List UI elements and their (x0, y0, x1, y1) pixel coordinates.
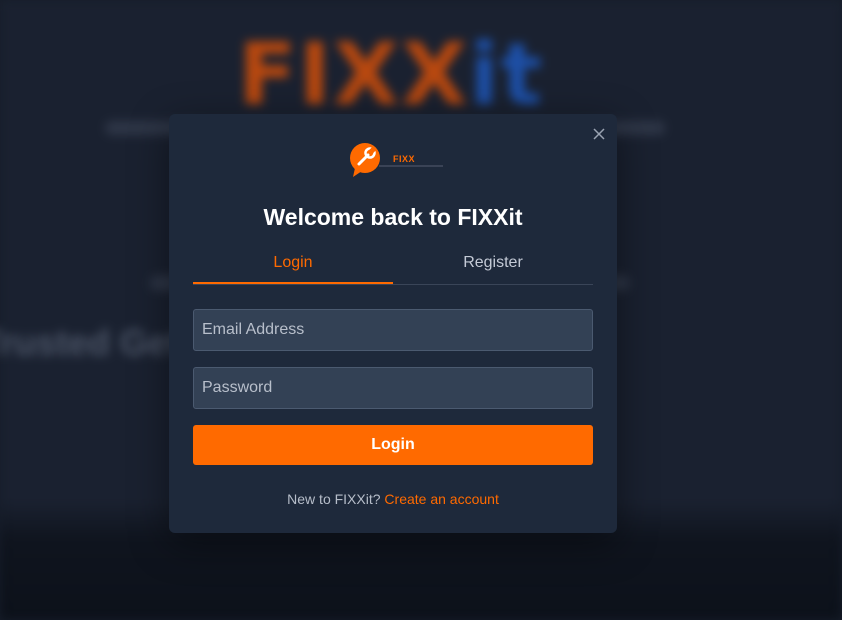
register-prompt: New to FIXXit? Create an account (169, 491, 617, 507)
close-button[interactable] (589, 124, 609, 144)
logo-text: FIXX (393, 154, 416, 164)
auth-tabs: Login Register (193, 250, 593, 285)
background-logo: FIXXit (238, 30, 544, 120)
create-account-link[interactable]: Create an account (384, 491, 498, 507)
background-logo-fixx: FIXX (238, 25, 470, 125)
logo-underline (379, 165, 443, 167)
background-logo-it: it (469, 25, 544, 125)
login-modal: FIXX Welcome back to FIXXit Login Regist… (169, 114, 617, 533)
register-prompt-text: New to FIXXit? (287, 491, 381, 507)
modal-title: Welcome back to FIXXit (263, 204, 523, 230)
password-field[interactable] (193, 367, 593, 409)
email-field[interactable] (193, 309, 593, 351)
wrench-chat-icon (350, 143, 380, 177)
close-icon (593, 128, 605, 140)
tab-register[interactable]: Register (393, 250, 593, 283)
fixxit-logo: FIXX (349, 142, 445, 178)
login-button[interactable]: Login (193, 425, 593, 465)
tab-login[interactable]: Login (193, 250, 393, 284)
